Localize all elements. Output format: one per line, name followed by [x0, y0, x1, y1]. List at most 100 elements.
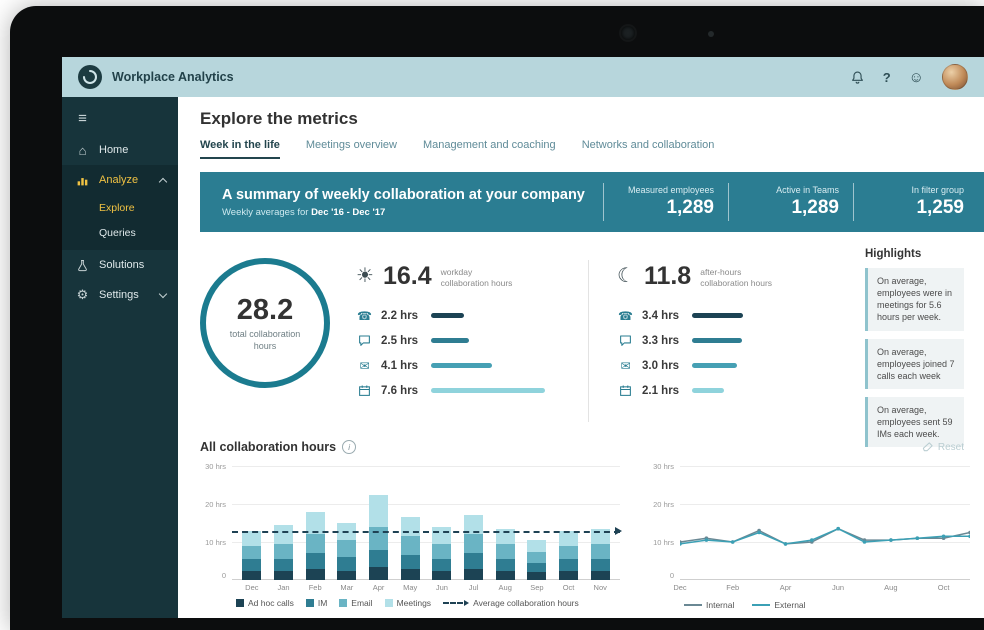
- legend-label: Email: [351, 598, 373, 608]
- bar-slot: [236, 530, 268, 580]
- sidebar-item-explore[interactable]: Explore: [62, 195, 178, 220]
- x-tick-label: Sep: [530, 583, 544, 592]
- metric-row: 2.1 hrs: [617, 378, 847, 403]
- banner-subtitle-prefix: Weekly averages for: [222, 206, 312, 218]
- sidebar-item-analyze[interactable]: Analyze: [62, 165, 178, 195]
- bar-segment-ad-hoc-calls: [590, 570, 610, 580]
- sidebar-item-queries[interactable]: Queries: [62, 220, 178, 245]
- y-tick-label: 30 hrs: [205, 462, 226, 471]
- bar-segment-email: [559, 545, 579, 560]
- sidebar-item-label: Analyze: [99, 174, 139, 186]
- tab-meetings-overview[interactable]: Meetings overview: [306, 139, 397, 159]
- info-icon[interactable]: i: [342, 440, 357, 454]
- legend-label: Meetings: [396, 598, 432, 608]
- average-line-sample: [443, 602, 464, 604]
- metric-value: 3.3 hrs: [642, 334, 680, 347]
- legend-swatch: [339, 599, 348, 607]
- bar-segment-im: [432, 559, 452, 571]
- bar-column: [242, 530, 262, 580]
- metric-value: 3.4 hrs: [642, 309, 680, 322]
- x-tick-label: Oct: [562, 583, 575, 592]
- bar-slot: [489, 528, 521, 580]
- metric-value: 7.6 hrs: [381, 384, 419, 397]
- after-hours-header: ☾ 11.8 after-hours collaboration hours: [617, 264, 847, 289]
- moon-icon: ☾: [617, 265, 635, 287]
- bar-segment-im: [400, 555, 420, 569]
- bar-column: [400, 517, 420, 580]
- average-line-arrow: [464, 600, 470, 606]
- after-hours-rows: ☎ 3.4 hrs 3.3 hrs ✉ 3.0 hrs 2.1 hrs: [617, 303, 847, 403]
- x-tick-label: Aug: [498, 583, 512, 592]
- data-point-marker: [968, 530, 970, 535]
- metric-value: 2.1 hrs: [642, 384, 680, 397]
- bar-column: [590, 528, 610, 580]
- line-chart-svg: [680, 526, 970, 546]
- app-header: Workplace Analytics ? ☺: [62, 57, 984, 97]
- data-point-marker: [836, 526, 840, 531]
- data-point-marker: [915, 536, 920, 540]
- sidebar-group-analyze: Analyze Explore Queries: [62, 165, 178, 250]
- banner-title: A summary of weekly collaboration at you…: [222, 186, 585, 203]
- metric-row: 3.3 hrs: [617, 328, 847, 353]
- metric-row: 7.6 hrs: [356, 378, 586, 403]
- bar-column: [464, 515, 484, 580]
- menu-toggle[interactable]: ≡: [62, 105, 178, 131]
- chevron-down-icon: [158, 289, 168, 298]
- sidebar-item-label: Explore: [99, 201, 135, 214]
- bar-segment-ad-hoc-calls: [400, 568, 420, 580]
- legend-item: Ad hoc calls: [236, 598, 294, 608]
- bar-segment-ad-hoc-calls: [495, 570, 515, 580]
- bar-segment-im: [559, 559, 579, 571]
- x-tick-label: Apr: [372, 583, 385, 592]
- metric-row: ✉ 4.1 hrs: [356, 353, 586, 378]
- x-tick-label: Jun: [435, 583, 448, 592]
- highlights-title: Highlights: [865, 248, 922, 260]
- highlight-item: On average, employees were in meetings f…: [865, 268, 964, 331]
- y-tick-label: 0: [669, 571, 674, 580]
- analyze-chart-icon: [74, 174, 91, 187]
- bar-column: [305, 511, 325, 580]
- sidebar: ≡ ⌂ Home Analyze Explore Queries Solutio…: [62, 97, 178, 618]
- bar-segment-ad-hoc-calls: [274, 570, 293, 580]
- bar-slot: [268, 524, 300, 580]
- stat-value: 1,289: [666, 197, 714, 218]
- sidebar-item-solutions[interactable]: Solutions: [62, 250, 178, 280]
- bar-segment-ad-hoc-calls: [337, 570, 357, 580]
- bar-slot: [394, 517, 426, 580]
- data-point-marker: [968, 534, 970, 539]
- bell-icon[interactable]: [850, 70, 865, 85]
- phone-icon: ☎: [357, 308, 372, 323]
- tab-management-and-coaching[interactable]: Management and coaching: [423, 139, 556, 159]
- bar-segment-ad-hoc-calls: [527, 572, 547, 580]
- metric-bar: [431, 363, 492, 368]
- sidebar-item-label: Home: [99, 144, 129, 156]
- email-icon: ✉: [359, 358, 370, 373]
- average-line-arrow: [615, 526, 622, 535]
- data-point-marker: [862, 540, 867, 544]
- bar-bars: [232, 466, 620, 580]
- sidebar-item-home[interactable]: ⌂ Home: [62, 135, 178, 165]
- feedback-smiley-icon[interactable]: ☺: [909, 69, 924, 86]
- tab-week-in-the-life[interactable]: Week in the life: [200, 139, 280, 159]
- metric-bar: [692, 388, 724, 393]
- bar-segment-im: [242, 559, 262, 571]
- app-body: ≡ ⌂ Home Analyze Explore Queries Solutio…: [62, 97, 984, 618]
- reset-label: Reset: [937, 441, 964, 453]
- x-tick-label: Oct: [937, 583, 950, 592]
- flask-icon: [74, 259, 91, 272]
- line-series-external: [680, 527, 970, 545]
- sidebar-item-settings[interactable]: ⚙ Settings: [62, 280, 178, 310]
- y-tick-label: 20 hrs: [205, 500, 226, 509]
- bar-segment-im: [495, 559, 515, 571]
- metric-bar: [431, 313, 464, 318]
- legend-swatch: [305, 599, 314, 607]
- tab-networks-and-collaboration[interactable]: Networks and collaboration: [582, 139, 715, 159]
- workday-header: ☀ 16.4 workday collaboration hours: [356, 264, 586, 289]
- phone-icon: ☎: [618, 308, 633, 323]
- reset-button[interactable]: Reset: [922, 441, 964, 453]
- bar-column: [274, 524, 293, 580]
- avatar[interactable]: [942, 64, 968, 90]
- help-icon[interactable]: ?: [883, 70, 891, 85]
- bar-chart-yaxis: 30 hrs 20 hrs 10 hrs 0: [200, 462, 232, 580]
- metric-row: ☎ 2.2 hrs: [356, 303, 586, 328]
